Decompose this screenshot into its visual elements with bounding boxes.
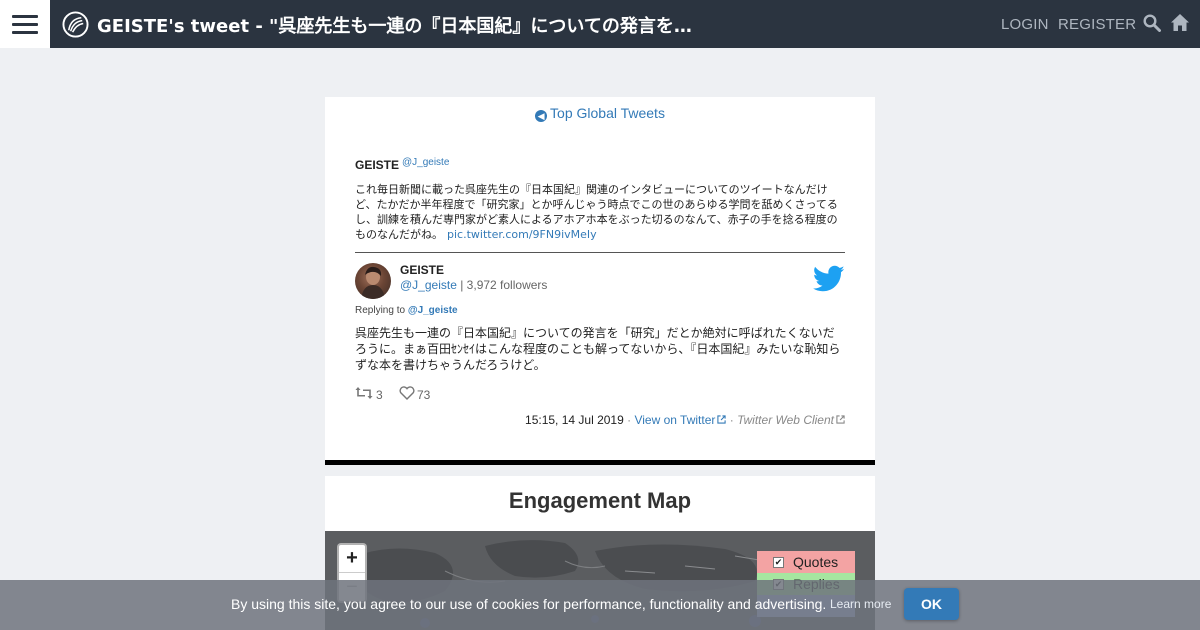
- retweet-icon[interactable]: [355, 386, 373, 400]
- replying-label: Replying to: [355, 305, 406, 316]
- follower-count: | 3,972 followers: [460, 278, 548, 292]
- top-global-tweets-link[interactable]: ◀ Top Global Tweets: [325, 105, 875, 122]
- view-on-twitter-link[interactable]: View on Twitter: [634, 413, 727, 427]
- page-title: GEISTE's tweet - "呉座先生も一連の『日本国紀』についての発言を…: [97, 16, 697, 37]
- menu-icon[interactable]: [0, 0, 50, 48]
- divider: [355, 252, 845, 253]
- search-icon[interactable]: [1143, 14, 1161, 32]
- arrow-left-circle-icon: ◀: [535, 110, 548, 122]
- client-label: Twitter Web Client: [737, 413, 834, 427]
- legend-quotes-label: Quotes: [793, 554, 839, 570]
- view-on-twitter-label: View on Twitter: [634, 413, 716, 427]
- like-count: 73: [417, 388, 431, 402]
- checkbox-quotes[interactable]: ✔: [773, 557, 784, 568]
- author-meta: @J_geiste | 3,972 followers: [400, 278, 547, 292]
- avatar[interactable]: [355, 263, 391, 299]
- author-handle[interactable]: @J_geiste: [400, 278, 457, 292]
- quoted-tweet-media-link[interactable]: pic.twitter.com/9FN9ivMeIy: [447, 228, 597, 241]
- separator: ·: [729, 413, 734, 427]
- client-link[interactable]: Twitter Web Client: [737, 413, 845, 427]
- register-link[interactable]: REGISTER: [1058, 16, 1136, 33]
- tweet-card: ◀ Top Global Tweets GEISTE @J_geiste これ毎日…: [325, 97, 875, 465]
- cookie-banner: By using this site, you agree to our use…: [0, 580, 1200, 630]
- tweet-text: 呉座先生も一連の『日本国紀』についての発言を「研究」だとか絶対に呼ばれたくないだ…: [355, 326, 841, 372]
- tweet-meta: 15:15, 14 Jul 2019 · View on Twitter · T…: [525, 413, 845, 427]
- replying-to: Replying to @J_geiste: [355, 305, 458, 316]
- top-global-tweets-label: Top Global Tweets: [550, 105, 665, 121]
- login-link[interactable]: LOGIN: [1001, 16, 1049, 33]
- top-navbar: GEISTE's tweet - "呉座先生も一連の『日本国紀』についての発言を…: [0, 0, 1200, 48]
- heart-icon[interactable]: [399, 386, 415, 400]
- cookie-ok-button[interactable]: OK: [904, 588, 959, 620]
- external-link-icon: [717, 415, 727, 424]
- home-icon[interactable]: [1170, 13, 1190, 32]
- site-logo-icon[interactable]: [62, 11, 89, 38]
- tweet-timestamp: 15:15, 14 Jul 2019: [525, 413, 624, 427]
- engagement-map-title: Engagement Map: [508, 488, 692, 513]
- author-name: GEISTE: [400, 263, 445, 277]
- replying-to-handle[interactable]: @J_geiste: [408, 305, 458, 316]
- legend-quotes[interactable]: ✔ Quotes: [757, 551, 855, 573]
- learn-more-link[interactable]: Learn more: [830, 597, 891, 611]
- twitter-bird-icon: [813, 265, 845, 292]
- quoted-author-handle[interactable]: @J_geiste: [402, 157, 449, 168]
- quoted-tweet-text: これ毎日新聞に載った呉座先生の『日本国紀』関連のインタビューについてのツイートな…: [355, 182, 845, 242]
- external-link-icon: [836, 415, 845, 424]
- separator: ·: [627, 413, 632, 427]
- retweet-count: 3: [376, 388, 383, 402]
- cookie-text: By using this site, you agree to our use…: [231, 596, 827, 612]
- quoted-author-name: GEISTE: [355, 158, 400, 172]
- zoom-in-button[interactable]: +: [339, 545, 365, 573]
